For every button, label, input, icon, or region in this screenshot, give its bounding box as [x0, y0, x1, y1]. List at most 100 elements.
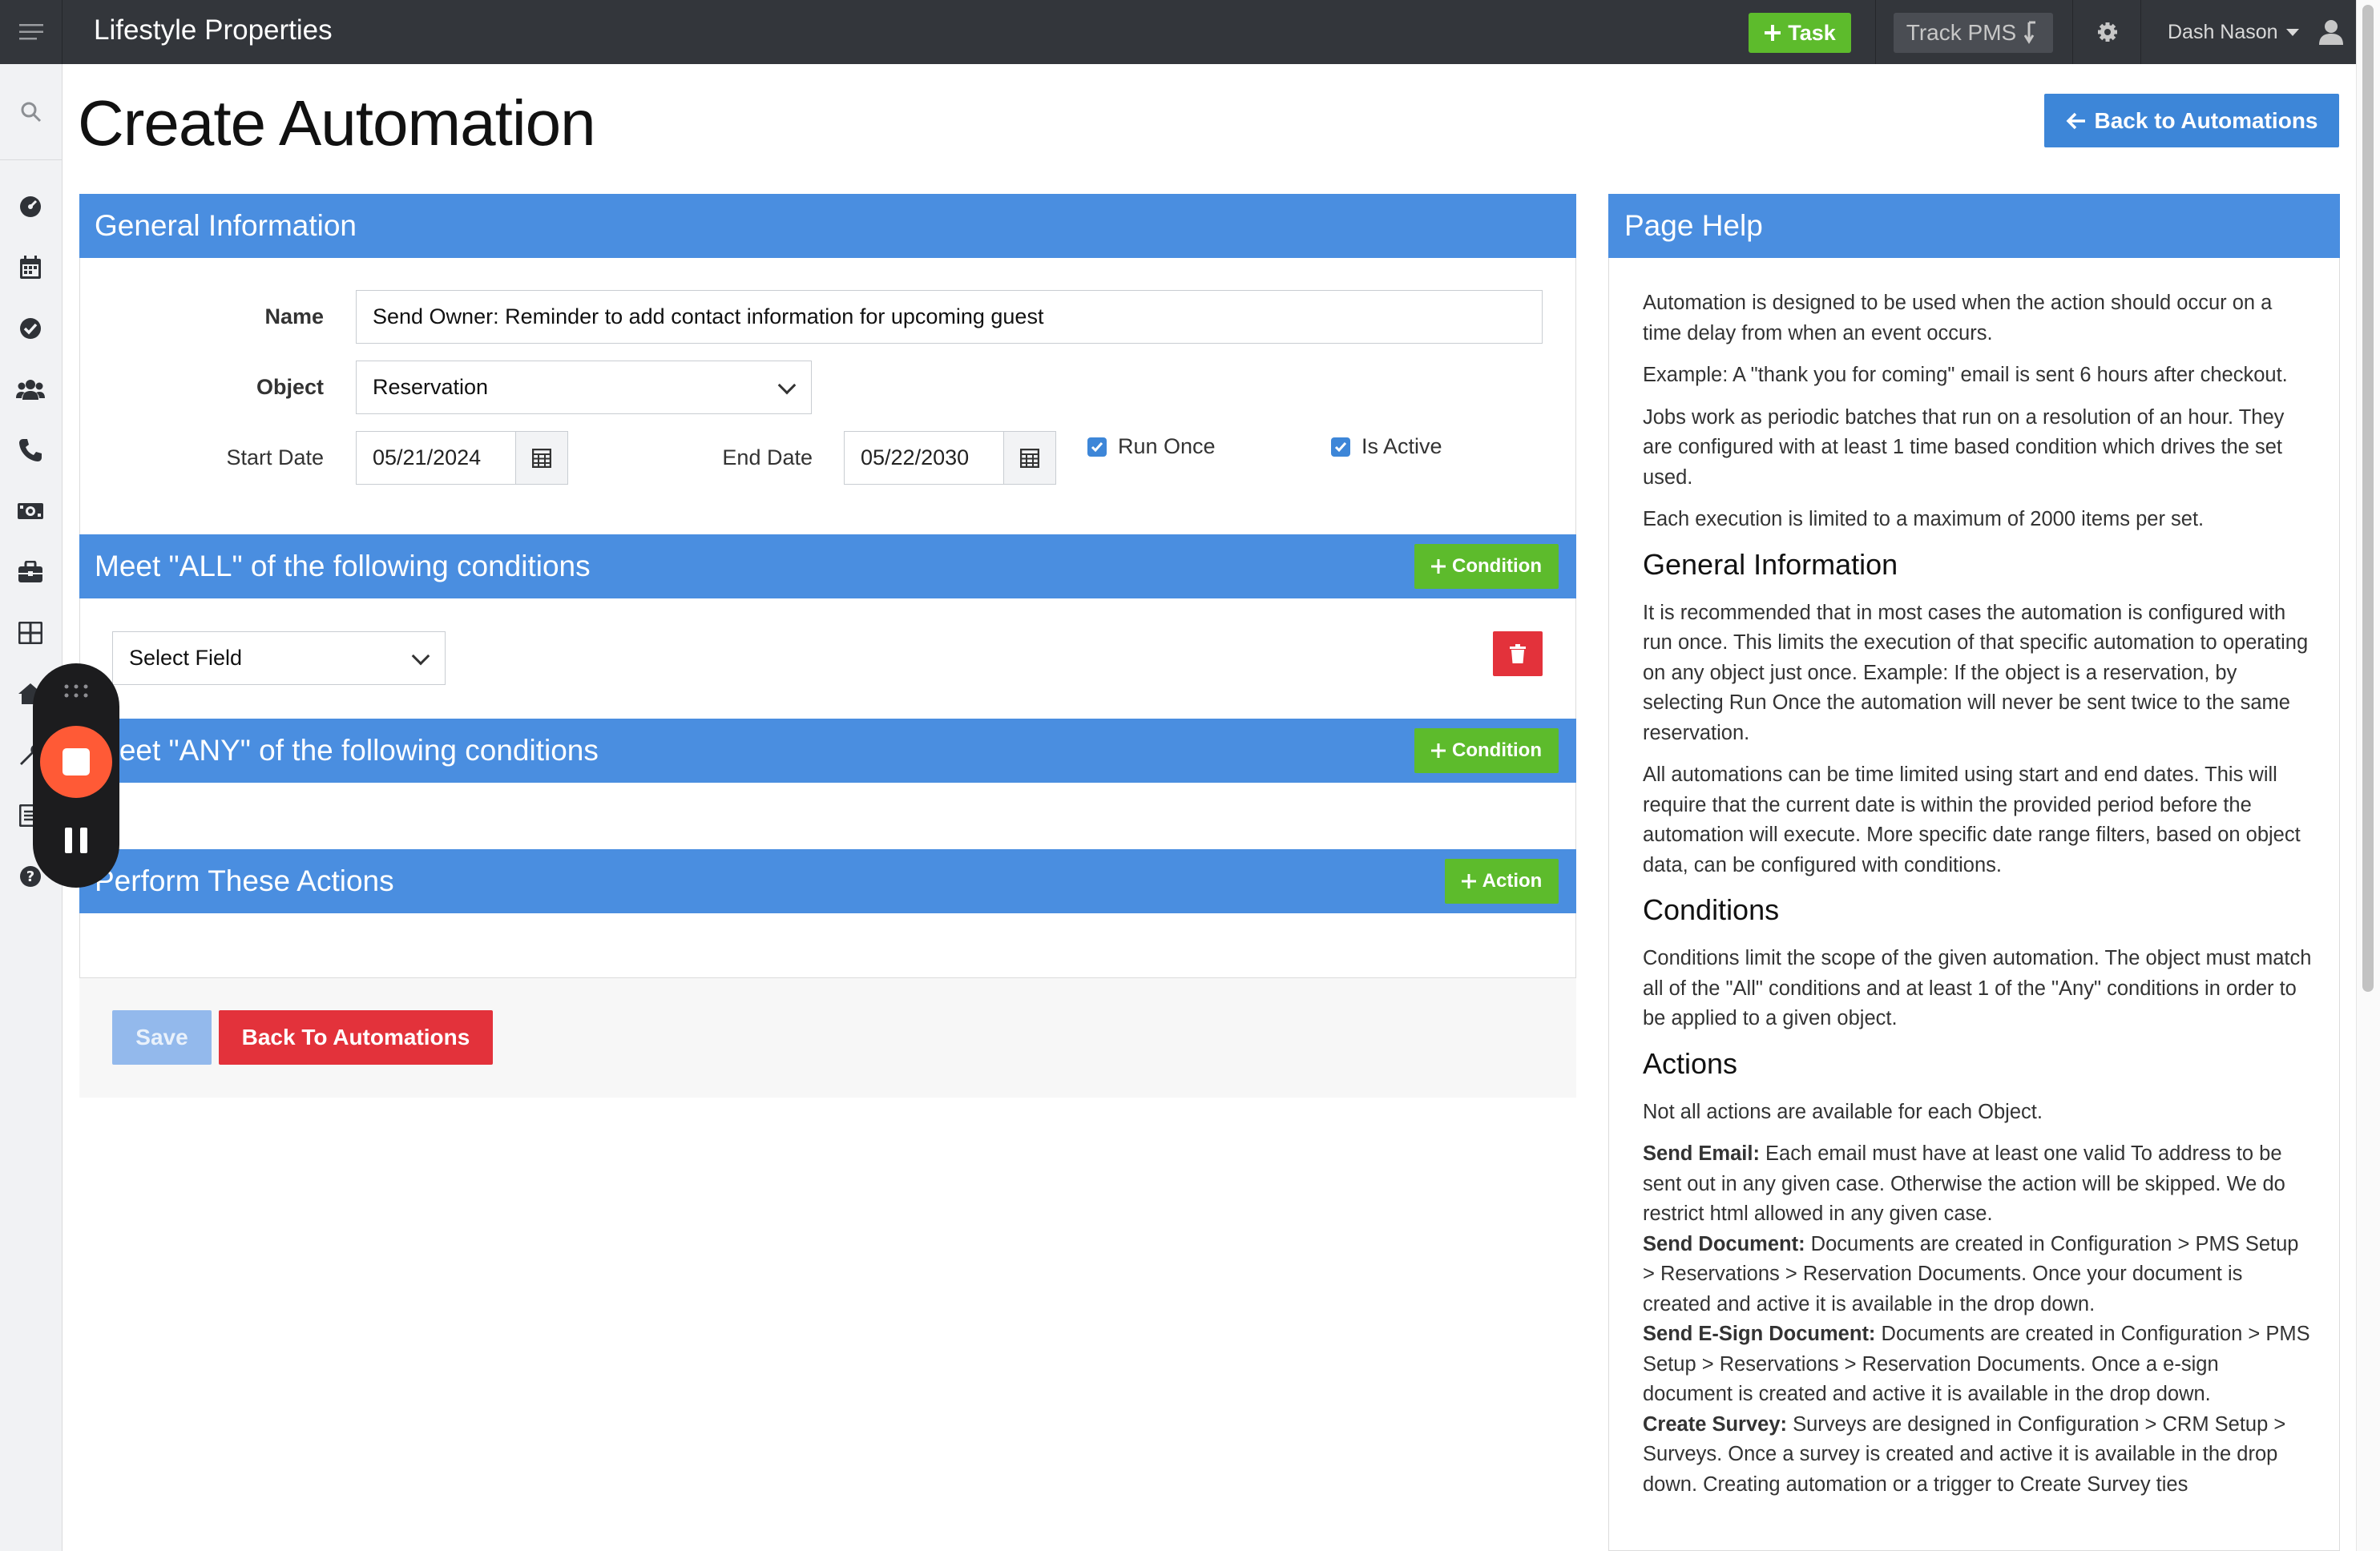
- sidebar-search-button[interactable]: [0, 64, 63, 160]
- name-input[interactable]: Send Owner: Reminder to add contact info…: [356, 290, 1543, 344]
- money-icon: [18, 503, 43, 519]
- add-action-button[interactable]: Action: [1445, 859, 1559, 904]
- scrollbar-thumb[interactable]: [2362, 5, 2374, 992]
- plus-icon: [1461, 874, 1476, 888]
- start-date-value: 05/21/2024: [373, 445, 482, 469]
- track-pms-label: Track PMS: [1906, 20, 2017, 45]
- sidebar-item-grid[interactable]: [16, 618, 45, 647]
- checkbox-checked-icon: [1331, 437, 1350, 457]
- pause-icon: [80, 828, 87, 853]
- drag-handle-icon[interactable]: [63, 683, 89, 699]
- delete-condition-button[interactable]: [1493, 631, 1543, 676]
- help-action-term: Create Survey:: [1643, 1412, 1788, 1436]
- hamburger-icon: [18, 24, 43, 40]
- general-information-header: General Information: [79, 194, 1576, 258]
- screen-recorder-widget: [33, 663, 119, 888]
- help-action-item: Send Document: Documents are created in …: [1643, 1230, 2312, 1320]
- pause-icon: [65, 828, 72, 853]
- trash-icon: [1510, 644, 1526, 663]
- start-date-picker-button[interactable]: [516, 431, 568, 485]
- pause-recording-button[interactable]: [65, 828, 87, 853]
- actions-title: Perform These Actions: [95, 864, 394, 897]
- plus-icon: [1431, 743, 1446, 758]
- user-menu[interactable]: Dash Nason: [2168, 16, 2344, 48]
- divider: [2072, 0, 2073, 64]
- divider: [2140, 0, 2141, 64]
- briefcase-icon: [18, 561, 42, 582]
- calendar-icon: [20, 256, 41, 279]
- add-condition-label: Condition: [1452, 739, 1542, 761]
- run-once-checkbox[interactable]: Run Once: [1087, 434, 1216, 459]
- sidebar-item-dashboard[interactable]: [16, 192, 45, 221]
- search-icon: [21, 102, 42, 122]
- sidebar-item-phone[interactable]: [16, 436, 45, 465]
- sidebar-item-people[interactable]: [16, 375, 45, 404]
- svg-text:?: ?: [26, 868, 34, 885]
- user-name: Dash Nason: [2168, 20, 2278, 43]
- start-date-input[interactable]: 05/21/2024: [356, 431, 516, 485]
- end-date-label: End Date: [722, 445, 813, 469]
- help-action-item: Send Email: Each email must have at leas…: [1643, 1139, 2312, 1230]
- page-help-title: Page Help: [1624, 209, 1763, 242]
- stop-recording-button[interactable]: [40, 726, 112, 798]
- gear-icon: [2098, 22, 2117, 42]
- arrow-left-icon: [2066, 112, 2085, 129]
- add-any-condition-button[interactable]: Condition: [1414, 728, 1559, 773]
- phone-icon: [19, 439, 42, 461]
- end-date-picker-button[interactable]: [1004, 431, 1056, 485]
- help-paragraph: All automations can be time limited usin…: [1643, 763, 2301, 876]
- page-help-header: Page Help: [1608, 194, 2340, 258]
- user-avatar-icon: [2318, 20, 2343, 45]
- dashboard-icon: [20, 196, 41, 217]
- help-action-item: Send E-Sign Document: Documents are crea…: [1643, 1319, 2312, 1410]
- people-icon: [16, 380, 45, 400]
- top-navbar: Lifestyle Properties Task Track PMS Dash…: [0, 0, 2356, 64]
- add-action-label: Action: [1482, 870, 1543, 892]
- object-select-value: Reservation: [373, 375, 489, 399]
- add-condition-label: Condition: [1452, 555, 1542, 577]
- conditions-all-header: Meet "ALL" of the following conditions C…: [79, 534, 1576, 598]
- sidebar-item-briefcase[interactable]: [16, 558, 45, 586]
- checkbox-checked-icon: [1087, 437, 1107, 457]
- back-to-automations-button[interactable]: Back to Automations: [2044, 94, 2339, 147]
- sidebar-item-money[interactable]: [16, 497, 45, 526]
- divider: [1875, 0, 1876, 64]
- end-date-input[interactable]: 05/22/2030: [844, 431, 1004, 485]
- sidebar-item-tasks[interactable]: [16, 314, 45, 343]
- help-paragraph: It is recommended that in most cases the…: [1643, 601, 2309, 744]
- grid-icon: [18, 622, 42, 644]
- help-paragraph: Automation is designed to be used when t…: [1643, 292, 2273, 344]
- end-date-field: 05/22/2030: [844, 431, 1056, 485]
- brand-name[interactable]: Lifestyle Properties: [94, 14, 333, 46]
- help-action-term: Send E-Sign Document:: [1643, 1323, 1876, 1345]
- stop-icon: [63, 748, 90, 776]
- help-paragraph: Example: A "thank you for coming" email …: [1643, 364, 2288, 386]
- is-active-checkbox[interactable]: Is Active: [1331, 434, 1442, 459]
- add-task-button[interactable]: Task: [1749, 13, 1851, 53]
- save-button[interactable]: Save: [112, 1010, 212, 1065]
- track-pms-button[interactable]: Track PMS: [1894, 13, 2053, 53]
- help-action-term: Send Document:: [1643, 1232, 1805, 1255]
- calendar-grid-icon: [532, 448, 551, 468]
- back-to-automations-footer-button[interactable]: Back To Automations: [219, 1010, 493, 1065]
- name-input-value: Send Owner: Reminder to add contact info…: [373, 304, 1044, 328]
- is-active-label: Is Active: [1361, 434, 1442, 458]
- settings-gear-button[interactable]: [2093, 18, 2122, 46]
- start-date-label: Start Date: [226, 445, 324, 469]
- plus-icon: [1431, 559, 1446, 574]
- run-once-label: Run Once: [1118, 434, 1216, 458]
- chevron-down-icon: [411, 647, 430, 666]
- add-task-label: Task: [1788, 20, 1836, 45]
- object-select[interactable]: Reservation: [356, 361, 812, 414]
- start-date-field: 05/21/2024: [356, 431, 568, 485]
- help-paragraph: Conditions limit the scope of the given …: [1643, 947, 2312, 1029]
- help-action-term: Send Email:: [1643, 1142, 1760, 1165]
- sidebar-item-calendar[interactable]: [16, 253, 45, 282]
- end-date-value: 05/22/2030: [861, 445, 970, 469]
- general-information-title: General Information: [95, 209, 357, 242]
- add-all-condition-button[interactable]: Condition: [1414, 544, 1559, 589]
- select-field-dropdown[interactable]: Select Field: [112, 631, 446, 685]
- menu-toggle-button[interactable]: [0, 0, 63, 64]
- conditions-all-title: Meet "ALL" of the following conditions: [95, 550, 591, 582]
- caret-down-icon: [2285, 28, 2299, 36]
